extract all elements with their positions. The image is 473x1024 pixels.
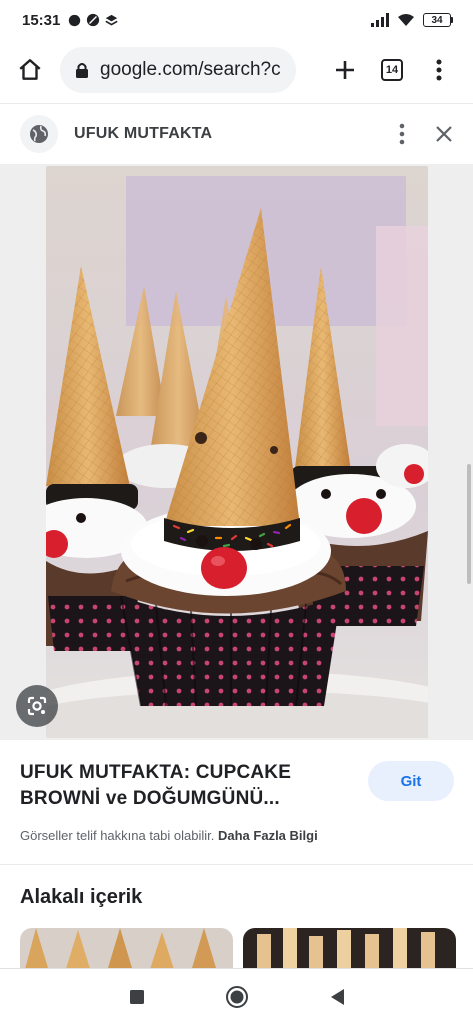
system-nav-bar <box>0 968 473 1024</box>
url-bar[interactable]: google.com/search?c <box>60 47 296 93</box>
more-info-link[interactable]: Daha Fazla Bilgi <box>218 828 318 843</box>
whatsapp-icon <box>69 14 81 26</box>
home-icon <box>19 59 41 80</box>
close-icon[interactable] <box>435 125 453 143</box>
copyright-text: Görseller telif hakkına tabi olabilir. <box>20 828 215 843</box>
image-preview-panel <box>0 164 473 740</box>
related-thumbnail[interactable] <box>243 928 456 968</box>
site-favicon <box>20 115 58 153</box>
copyright-notice: Görseller telif hakkına tabi olabilir. D… <box>20 828 318 843</box>
lens-icon <box>27 696 47 716</box>
lens-search-button[interactable] <box>16 685 58 727</box>
scrollbar[interactable] <box>467 464 471 584</box>
app-icon <box>105 14 118 25</box>
source-site-name[interactable]: UFUK MUTFAKTA <box>74 125 212 143</box>
section-divider <box>0 864 473 865</box>
new-tab-button[interactable] <box>329 54 361 86</box>
wifi-icon <box>398 14 414 26</box>
more-options-icon[interactable] <box>399 123 405 145</box>
related-thumbnails <box>20 928 460 968</box>
tab-switcher-button[interactable]: 14 <box>381 59 403 81</box>
status-time: 15:31 <box>22 11 61 29</box>
recents-icon[interactable] <box>129 989 145 1005</box>
source-header: UFUK MUTFAKTA <box>0 104 473 164</box>
related-content-title: Alakalı içerik <box>20 886 143 908</box>
battery-level: 34 <box>423 13 451 27</box>
globe-icon <box>30 125 48 143</box>
more-vert-icon <box>436 59 442 81</box>
signal-icon <box>371 13 389 27</box>
url-text[interactable]: google.com/search?c <box>100 59 281 81</box>
back-icon[interactable] <box>329 988 345 1006</box>
moon-icon <box>87 13 100 27</box>
browser-menu-button[interactable] <box>423 54 455 86</box>
home-button[interactable] <box>10 50 50 90</box>
home-circle-icon[interactable] <box>225 985 249 1009</box>
status-bar: 15:31 34 <box>0 0 473 40</box>
related-thumbnail[interactable] <box>20 928 233 968</box>
lock-icon <box>76 63 88 78</box>
browser-toolbar: google.com/search?c 14 <box>0 42 473 98</box>
result-info: UFUK MUTFAKTA: CUPCAKE BROWNİ ve DOĞUMGÜ… <box>0 740 473 864</box>
cupcake-photo <box>46 166 428 738</box>
result-title[interactable]: UFUK MUTFAKTA: CUPCAKE BROWNİ ve DOĞUMGÜ… <box>20 760 350 812</box>
battery-indicator: 34 <box>423 13 453 27</box>
plus-icon <box>336 61 354 79</box>
visit-button[interactable]: Git <box>368 761 454 801</box>
cupcake-image[interactable] <box>46 166 428 738</box>
